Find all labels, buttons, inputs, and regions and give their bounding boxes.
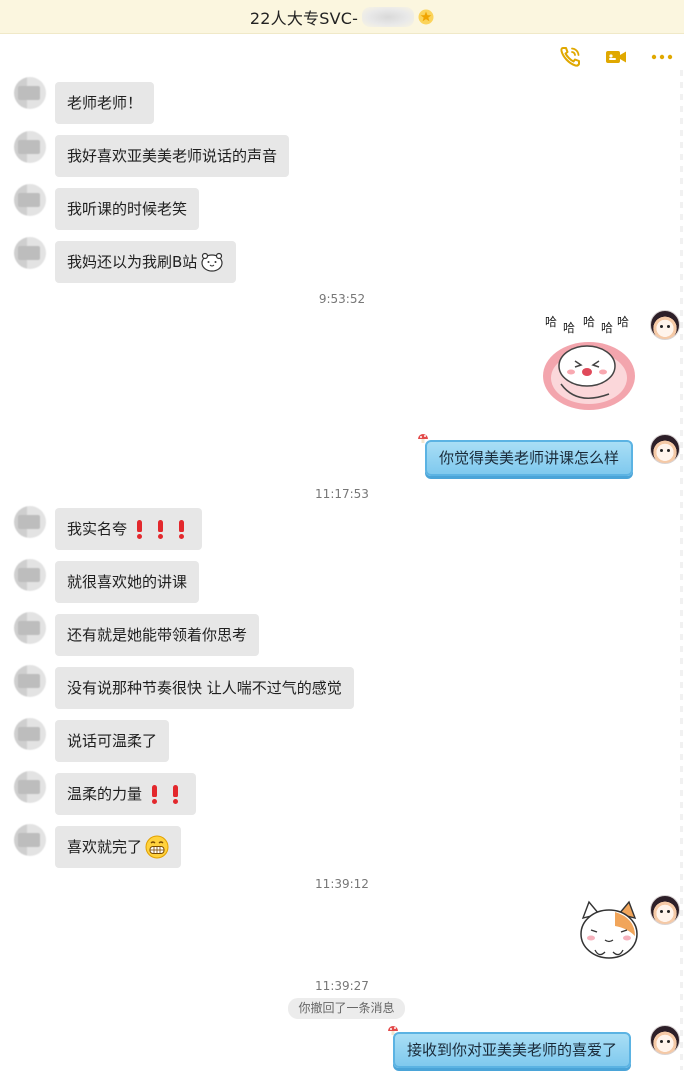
exclamation-emoji bbox=[149, 784, 159, 804]
timestamp: 11:17:53 bbox=[315, 487, 369, 501]
avatar[interactable] bbox=[14, 559, 46, 591]
message-bubble[interactable]: 温柔的力量 bbox=[55, 773, 197, 815]
avatar[interactable] bbox=[14, 237, 46, 269]
message-text: 你觉得美美老师讲课怎么样 bbox=[439, 449, 620, 467]
video-icon[interactable] bbox=[604, 45, 628, 69]
message-bubble[interactable]: 接收到你对亚美美老师的喜爱了 bbox=[393, 1032, 632, 1068]
message-text: 没有说那种节奏很快 让人喘不过气的感觉 bbox=[67, 679, 342, 697]
message-bubble[interactable]: 我实名夸 bbox=[55, 508, 203, 550]
avatar[interactable] bbox=[14, 184, 46, 216]
message-bubble[interactable]: 说话可温柔了 bbox=[55, 720, 170, 762]
timestamp: 11:39:27 bbox=[315, 979, 369, 993]
message-bubble[interactable]: 你觉得美美老师讲课怎么样 bbox=[425, 440, 634, 476]
avatar[interactable] bbox=[14, 718, 46, 750]
timestamp: 11:39:12 bbox=[315, 877, 369, 891]
exclamation-emoji bbox=[176, 519, 186, 539]
message-text: 温柔的力量 bbox=[67, 785, 143, 803]
message-bubble[interactable]: 我妈还以为我刷B站 bbox=[55, 241, 237, 283]
message-text: 还有就是她能带领着你思考 bbox=[67, 626, 248, 644]
message-text: 我听课的时候老笑 bbox=[67, 200, 188, 218]
avatar[interactable] bbox=[14, 612, 46, 644]
exclamation-emoji bbox=[170, 784, 180, 804]
message-text: 就很喜欢她的讲课 bbox=[67, 573, 188, 591]
exclamation-emoji bbox=[134, 519, 144, 539]
avatar[interactable] bbox=[14, 131, 46, 163]
scrollbar-thumb[interactable] bbox=[680, 70, 683, 1070]
laughing-sticker[interactable]: 哈 哈 哈 哈 哈 bbox=[537, 306, 641, 414]
svg-text:哈: 哈 bbox=[563, 321, 575, 335]
phone-icon[interactable] bbox=[558, 45, 582, 69]
message-text: 老师老师！ bbox=[67, 94, 143, 112]
message-bubble[interactable]: 还有就是她能带领着你思考 bbox=[55, 614, 260, 656]
message-text: 说话可温柔了 bbox=[67, 732, 158, 750]
avatar[interactable] bbox=[14, 771, 46, 803]
message-text: 我妈还以为我刷B站 bbox=[67, 253, 198, 271]
cat-sticker[interactable] bbox=[577, 898, 641, 966]
avatar[interactable] bbox=[650, 895, 680, 925]
recall-notice: 你撤回了一条消息 bbox=[288, 998, 405, 1019]
avatar[interactable] bbox=[650, 1025, 680, 1055]
avatar[interactable] bbox=[14, 665, 46, 697]
message-text: 喜欢就完了 bbox=[67, 838, 143, 856]
timestamp: 9:53:52 bbox=[318, 292, 366, 306]
message-text: 我实名夸 bbox=[67, 520, 128, 538]
grin-emoji bbox=[145, 835, 169, 859]
message-bubble[interactable]: 我好喜欢亚美美老师说话的声音 bbox=[55, 135, 290, 177]
chat-toolbar bbox=[558, 45, 674, 69]
more-icon[interactable] bbox=[650, 45, 674, 69]
avatar[interactable] bbox=[14, 77, 46, 109]
message-bubble[interactable]: 就很喜欢她的讲课 bbox=[55, 561, 200, 603]
bear-emoji bbox=[201, 252, 223, 272]
svg-text:哈: 哈 bbox=[545, 315, 557, 329]
chat-title-bar: 22人大专SVC- bbox=[0, 0, 684, 34]
star-icon bbox=[418, 9, 434, 24]
svg-text:哈: 哈 bbox=[617, 315, 629, 329]
avatar[interactable] bbox=[650, 434, 680, 464]
message-bubble[interactable]: 我听课的时候老笑 bbox=[55, 188, 200, 230]
message-bubble[interactable]: 老师老师！ bbox=[55, 82, 155, 124]
message-bubble[interactable]: 没有说那种节奏很快 让人喘不过气的感觉 bbox=[55, 667, 354, 709]
message-bubble[interactable]: 喜欢就完了 bbox=[55, 826, 182, 868]
chat-title: 22人大专SVC- bbox=[249, 8, 359, 28]
message-text: 接收到你对亚美美老师的喜爱了 bbox=[407, 1041, 618, 1059]
svg-text:哈: 哈 bbox=[583, 315, 595, 329]
avatar[interactable] bbox=[650, 310, 680, 340]
message-text: 我好喜欢亚美美老师说话的声音 bbox=[67, 147, 278, 165]
title-redacted bbox=[362, 6, 415, 27]
avatar[interactable] bbox=[14, 506, 46, 538]
exclamation-emoji bbox=[155, 519, 165, 539]
avatar[interactable] bbox=[14, 824, 46, 856]
svg-text:哈: 哈 bbox=[601, 321, 613, 335]
